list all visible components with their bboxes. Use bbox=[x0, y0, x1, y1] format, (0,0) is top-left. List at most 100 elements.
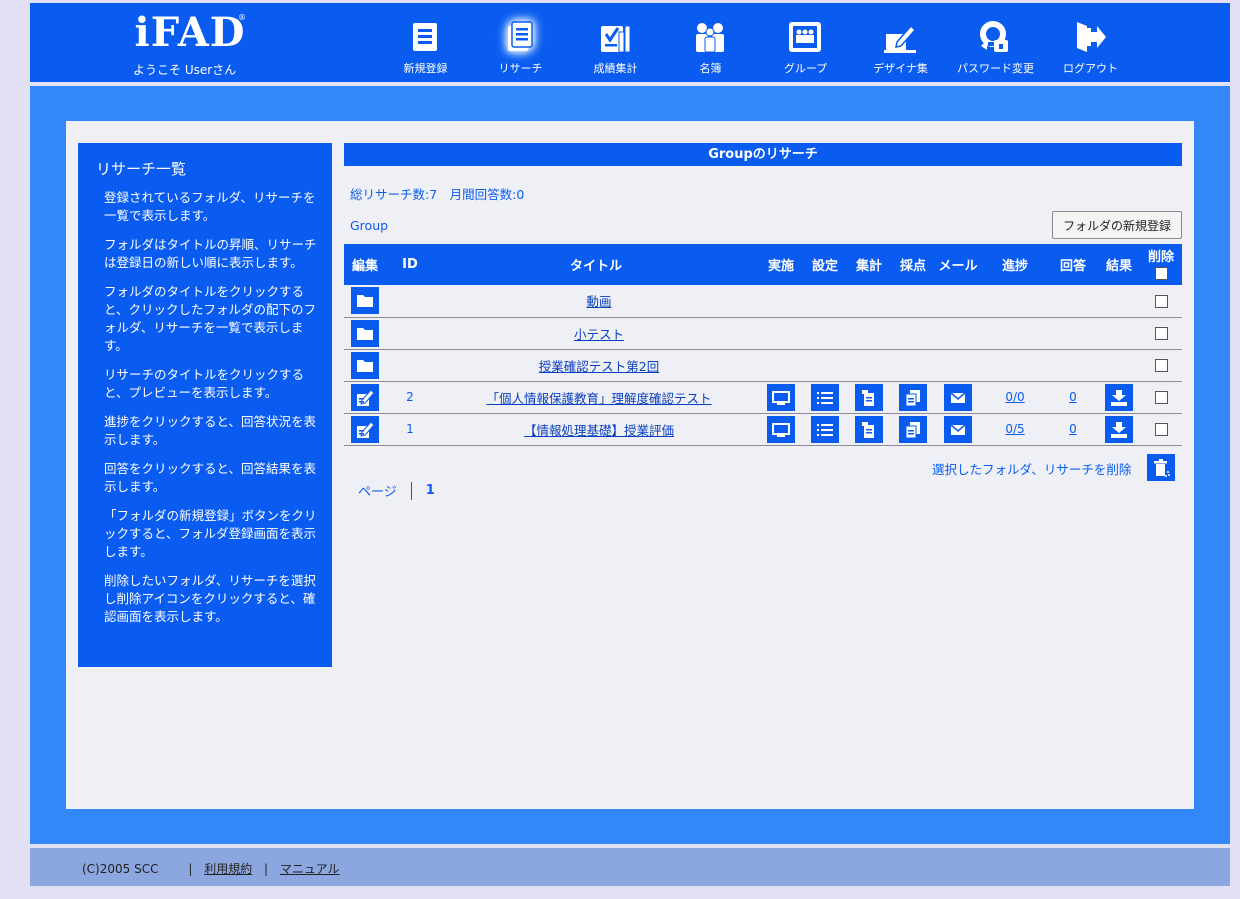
table-row: 2 「個人情報保護教育」理解度確認テスト 0/0 0 bbox=[344, 381, 1182, 414]
score-button[interactable] bbox=[899, 415, 927, 443]
sidebar-paragraph: 進捗をクリックすると、回答状況を表示します。 bbox=[104, 414, 317, 447]
nav-label: ログアウト bbox=[1063, 62, 1118, 75]
answers-link[interactable]: 0 bbox=[1069, 422, 1077, 436]
row-id: 1 bbox=[386, 413, 434, 446]
sidebar-paragraph: 回答をクリックすると、回答結果を表示します。 bbox=[104, 461, 317, 494]
pager-current-page[interactable]: 1 bbox=[426, 483, 435, 498]
folder-edit-button[interactable] bbox=[351, 319, 379, 347]
edit-icon bbox=[357, 388, 375, 406]
new-folder-button[interactable]: フォルダの新規登録 bbox=[1052, 211, 1182, 239]
manual-link[interactable]: マニュアル bbox=[280, 862, 340, 876]
progress-link[interactable]: 0/0 bbox=[1005, 390, 1024, 404]
col-header-progress: 進捗 bbox=[982, 244, 1048, 285]
row-id bbox=[386, 349, 434, 382]
col-header-id: ID bbox=[386, 244, 434, 285]
settings-button[interactable] bbox=[811, 383, 839, 411]
row-delete-checkbox[interactable] bbox=[1154, 359, 1168, 372]
col-header-score: 採点 bbox=[892, 244, 934, 285]
folder-title-link[interactable]: 授業確認テスト第2回 bbox=[539, 359, 659, 374]
nav-logout[interactable]: ログアウト bbox=[1043, 3, 1138, 82]
mail-button[interactable] bbox=[944, 383, 972, 411]
score-button[interactable] bbox=[899, 383, 927, 411]
download-icon bbox=[1111, 421, 1127, 438]
sidebar-paragraph: 「フォルダの新規登録」ボタンをクリックすると、フォルダ登録画面を表示します。 bbox=[104, 508, 317, 559]
nav-label: 新規登録 bbox=[403, 62, 448, 75]
run-button[interactable] bbox=[767, 415, 795, 443]
delete-header-label: 削除 bbox=[1147, 249, 1174, 265]
nav-roster[interactable]: 名簿 bbox=[663, 3, 758, 82]
bulk-delete-button[interactable] bbox=[1147, 454, 1175, 481]
sidebar-paragraph: フォルダはタイトルの昇順、リサーチは登録日の新しい順に表示します。 bbox=[104, 237, 317, 270]
pager-divider bbox=[410, 481, 412, 500]
nav-password-change[interactable]: パスワード変更 bbox=[948, 3, 1043, 82]
grade-summary-icon bbox=[601, 25, 631, 53]
logo-text: iFAD bbox=[134, 9, 246, 56]
section-title: Groupのリサーチ bbox=[344, 143, 1182, 166]
col-header-delete: 削除 bbox=[1140, 244, 1182, 285]
new-registration-icon bbox=[413, 23, 437, 51]
aggregate-button[interactable] bbox=[855, 415, 883, 443]
nav-new-registration[interactable]: 新規登録 bbox=[378, 3, 473, 82]
footer: (C)2005 SCC | 利用規約 | マニュアル bbox=[30, 848, 1230, 886]
folder-edit-button[interactable] bbox=[351, 351, 379, 379]
bulk-delete-label: 選択したフォルダ、リサーチを削除 bbox=[932, 462, 1132, 477]
trash-icon bbox=[1154, 459, 1170, 477]
row-id: 2 bbox=[386, 381, 434, 414]
sidebar-paragraph: フォルダのタイトルをクリックすると、クリックしたフォルダの配下のフォルダ、リサー… bbox=[104, 284, 317, 353]
row-id bbox=[386, 317, 434, 350]
table-row: 授業確認テスト第2回 bbox=[344, 349, 1182, 382]
mail-button[interactable] bbox=[944, 415, 972, 443]
mail-icon bbox=[950, 391, 966, 403]
breadcrumb-group[interactable]: Group bbox=[350, 218, 388, 233]
select-all-checkbox[interactable] bbox=[1154, 266, 1168, 280]
table-row: 動画 bbox=[344, 285, 1182, 318]
welcome-message: ようこそ Userさん bbox=[133, 63, 237, 77]
col-header-aggregate: 集計 bbox=[846, 244, 892, 285]
research-icon bbox=[508, 21, 533, 51]
nav-label: デザイナ集 bbox=[873, 62, 928, 75]
nav-group[interactable]: グループ bbox=[758, 3, 853, 82]
main-nav: 新規登録 リサーチ 成績集計 名簿 グループ デザイナ集 パスワード変更 ログア… bbox=[378, 3, 1138, 82]
aggregate-button[interactable] bbox=[855, 383, 883, 411]
folder-title-link[interactable]: 動画 bbox=[586, 294, 611, 309]
group-icon bbox=[789, 22, 821, 52]
nav-research[interactable]: リサーチ bbox=[473, 3, 568, 82]
nav-label: パスワード変更 bbox=[957, 62, 1034, 75]
row-delete-checkbox[interactable] bbox=[1154, 327, 1168, 340]
research-title-link[interactable]: 「個人情報保護教育」理解度確認テスト bbox=[486, 391, 711, 406]
list-icon bbox=[817, 423, 833, 436]
table-header-row: 編集 ID タイトル 実施 設定 集計 採点 メール 進捗 回答 結果 削除 bbox=[344, 244, 1182, 285]
pagination: ページ 1 bbox=[358, 481, 435, 500]
nav-label: リサーチ bbox=[498, 62, 543, 75]
folder-title-link[interactable]: 小テスト bbox=[574, 327, 624, 342]
logout-icon bbox=[1077, 22, 1106, 52]
row-delete-checkbox[interactable] bbox=[1154, 294, 1168, 308]
col-header-run: 実施 bbox=[758, 244, 804, 285]
results-download-button[interactable] bbox=[1105, 415, 1133, 443]
col-header-title: タイトル bbox=[434, 244, 758, 285]
monitor-icon bbox=[772, 422, 790, 437]
row-delete-checkbox[interactable] bbox=[1154, 423, 1168, 436]
research-edit-button[interactable] bbox=[351, 415, 379, 443]
footer-divider: | bbox=[264, 862, 269, 876]
logo: iFAD ® bbox=[130, 11, 250, 55]
results-download-button[interactable] bbox=[1105, 383, 1133, 411]
list-icon bbox=[817, 391, 833, 404]
terms-link[interactable]: 利用規約 bbox=[204, 862, 252, 876]
nav-label: 名簿 bbox=[699, 62, 722, 75]
row-delete-checkbox[interactable] bbox=[1154, 391, 1168, 404]
aggregate-icon bbox=[862, 421, 874, 438]
research-title-link[interactable]: 【情報処理基礎】授業評価 bbox=[524, 423, 674, 438]
folder-edit-button[interactable] bbox=[351, 287, 379, 315]
col-header-results: 結果 bbox=[1098, 244, 1140, 285]
nav-designer[interactable]: デザイナ集 bbox=[853, 3, 948, 82]
answers-link[interactable]: 0 bbox=[1069, 390, 1077, 404]
aggregate-icon bbox=[862, 389, 874, 406]
research-edit-button[interactable] bbox=[351, 383, 379, 411]
progress-link[interactable]: 0/5 bbox=[1005, 422, 1024, 436]
nav-grade-summary[interactable]: 成績集計 bbox=[568, 3, 663, 82]
settings-button[interactable] bbox=[811, 415, 839, 443]
run-button[interactable] bbox=[767, 383, 795, 411]
nav-label: グループ bbox=[783, 62, 828, 75]
designer-icon bbox=[884, 24, 917, 53]
